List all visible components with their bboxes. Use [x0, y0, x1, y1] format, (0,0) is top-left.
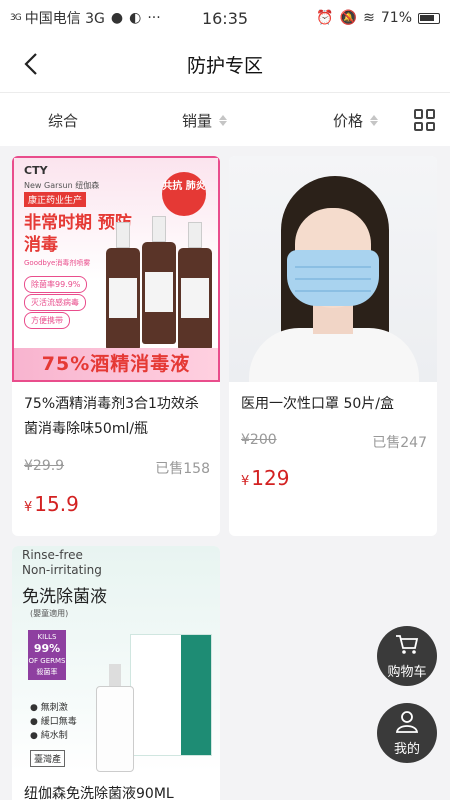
sort-arrows-icon — [219, 115, 228, 126]
grid-view-icon[interactable] — [414, 109, 436, 131]
sold-count: 已售158 — [155, 461, 210, 477]
product-name: 纽伽森免洗除菌液90ML — [24, 786, 174, 800]
feature-item: ● 純水制 — [30, 731, 68, 741]
sold-count: 已售247 — [372, 435, 427, 451]
bottle-image — [178, 222, 212, 350]
user-icon — [395, 711, 419, 733]
image-banner: 75%酒精消毒液 — [14, 348, 218, 380]
image-subline: (嬰童適用) — [30, 609, 69, 618]
feature-pill: 除菌率99.9% — [24, 276, 88, 293]
sort-label: 销量 — [182, 112, 213, 130]
nav-bar: 防护专区 — [0, 36, 450, 92]
origin-tag: 臺灣產 — [30, 750, 66, 767]
cart-button[interactable]: 购物车 — [377, 626, 437, 686]
current-price: ¥15.9 — [24, 492, 79, 516]
product-image — [229, 156, 437, 382]
bottle-image — [96, 664, 134, 772]
feature-pill: 方便携带 — [24, 312, 70, 329]
feature-item: ● 無刺激 — [30, 703, 68, 713]
product-name: 75%酒精消毒剂3合1功效杀菌消毒除味50ml/瓶 — [24, 396, 199, 437]
currency: ¥ — [241, 474, 250, 489]
page-title: 防护专区 — [186, 54, 263, 77]
product-image: Rinse-free Non-irritating 免洗除菌液 (嬰童適用) K… — [12, 546, 220, 772]
brand-logo: CTY — [24, 164, 48, 177]
currency: ¥ — [24, 500, 33, 515]
price-value: 129 — [251, 466, 290, 490]
brand-sub: New Garsun 纽伽森 — [24, 181, 100, 190]
back-icon[interactable] — [22, 52, 42, 76]
product-card[interactable]: 医用一次性口罩 50片/盒 ¥200 已售247 ¥129 — [229, 156, 437, 536]
status-bar: 3G 中国电信 3G ● ◐ ··· 16:35 ⏰ 🔕 ≋ 71% — [0, 0, 450, 36]
feature-pill: 灭活流感病毒 — [24, 294, 86, 311]
image-headline: 免洗除菌液 — [22, 587, 107, 607]
mask-image — [287, 250, 379, 306]
current-price: ¥129 — [241, 466, 289, 490]
sort-sales[interactable]: 销量 — [182, 110, 228, 131]
product-name: 医用一次性口罩 50片/盒 — [241, 396, 394, 412]
sort-price[interactable]: 价格 — [333, 110, 379, 131]
sort-bar: 综合 销量 价格 — [0, 92, 450, 146]
original-price: ¥29.9 — [24, 458, 65, 474]
sort-label: 综合 — [48, 112, 79, 130]
price-value: 15.9 — [34, 492, 79, 516]
product-card[interactable]: Rinse-free Non-irritating 免洗除菌液 (嬰童適用) K… — [12, 546, 220, 800]
bottle-image — [142, 216, 176, 344]
cart-label: 购物车 — [387, 665, 427, 680]
image-text: Rinse-free — [22, 548, 83, 562]
image-text: Non-irritating — [22, 563, 102, 577]
feature-item: ● 緩口無毒 — [30, 717, 77, 727]
sort-arrows-icon — [370, 115, 379, 126]
product-box-image — [130, 634, 212, 756]
profile-label: 我的 — [393, 742, 420, 757]
product-card[interactable]: CTY New Garsun 纽伽森 康正药业生产 非常时期 预防消毒 Good… — [12, 156, 220, 536]
cart-icon — [396, 635, 419, 654]
kills-badge: KILLS 99% OF GERMS 殺菌率 — [28, 630, 66, 680]
clock: 16:35 — [201, 8, 249, 28]
profile-button[interactable]: 我的 — [377, 703, 437, 763]
sort-comprehensive[interactable]: 综合 — [48, 110, 78, 131]
image-subline: Goodbye消毒剂喷雾 — [24, 259, 91, 267]
badge: 共抗 肺炎 — [162, 172, 206, 216]
bottle-image — [106, 222, 140, 350]
maker-tag: 康正药业生产 — [24, 192, 87, 207]
original-price: ¥200 — [241, 432, 277, 448]
product-image: CTY New Garsun 纽伽森 康正药业生产 非常时期 预防消毒 Good… — [12, 156, 220, 382]
sort-label: 价格 — [333, 112, 364, 130]
battery-icon — [418, 12, 440, 24]
